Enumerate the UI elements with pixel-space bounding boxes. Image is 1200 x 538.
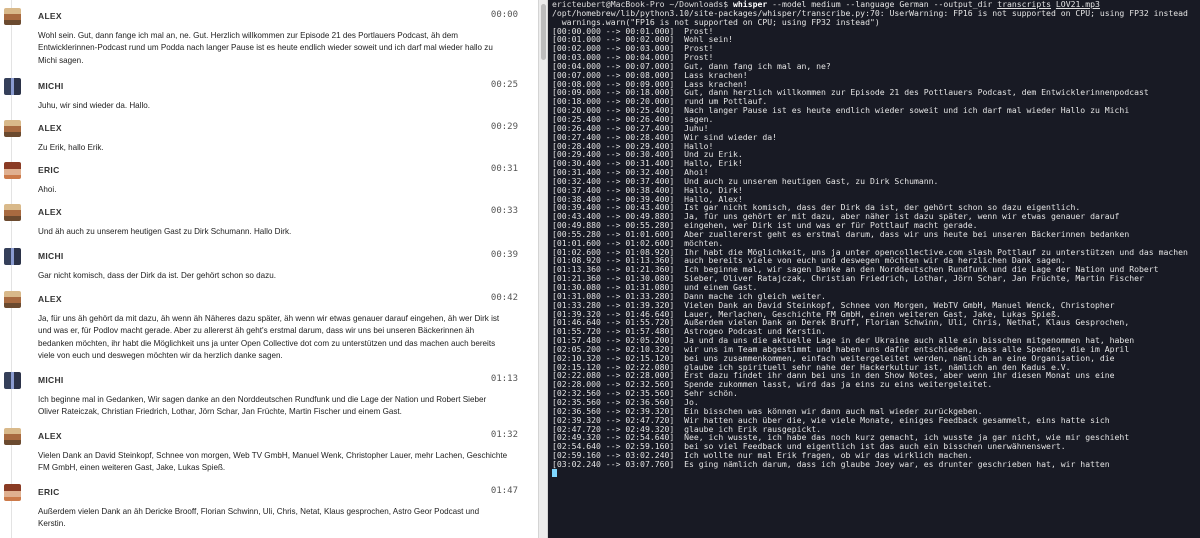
speaker-avatar	[4, 204, 21, 221]
transcript-text: Und äh auch zu unserem heutigen Gast zu …	[38, 227, 292, 236]
timestamp[interactable]: 01:13	[491, 374, 518, 384]
speaker-name: MICHI	[38, 375, 64, 385]
speaker-avatar	[4, 372, 21, 389]
cursor-icon	[552, 469, 557, 478]
terminal-output: /opt/homebrew/lib/python3.10/site-packag…	[548, 8, 1200, 478]
timestamp[interactable]: 00:25	[491, 80, 518, 90]
speaker-name: ALEX	[38, 294, 62, 304]
timestamp[interactable]: 00:42	[491, 293, 518, 303]
speaker-avatar	[4, 162, 21, 179]
speaker-name: ALEX	[38, 11, 62, 21]
timestamp[interactable]: 00:29	[491, 122, 518, 132]
timestamp[interactable]: 00:31	[491, 164, 518, 174]
speaker-name: ALEX	[38, 123, 62, 133]
speaker-avatar	[4, 248, 21, 265]
transcript-text: Ich beginne mal in Gedanken, Wir sagen d…	[38, 395, 487, 417]
timestamp[interactable]: 00:39	[491, 250, 518, 260]
transcript-text: Zu Erik, hallo Erik.	[38, 143, 104, 152]
speaker-name: ERIC	[38, 165, 60, 175]
transcript-text: Vielen Dank an David Steinkopf, Schnee v…	[38, 451, 508, 473]
timestamp[interactable]: 00:33	[491, 206, 518, 216]
transcript-text: Außerdem vielen Dank an äh Dericke Broof…	[38, 507, 480, 529]
speaker-avatar	[4, 8, 21, 25]
transcript-text: Gar nicht komisch, dass der Dirk da ist.…	[38, 271, 276, 280]
speaker-avatar	[4, 428, 21, 445]
speaker-avatar	[4, 120, 21, 137]
scrollbar[interactable]	[538, 0, 548, 538]
speaker-avatar	[4, 484, 21, 501]
terminal-window[interactable]: ericteubert@MacBook-Pro ~/Downloads$ whi…	[548, 0, 1200, 538]
speaker-name: ERIC	[38, 487, 60, 497]
speaker-avatar	[4, 291, 21, 308]
transcript-text: Juhu, wir sind wieder da. Hallo.	[38, 101, 151, 110]
speaker-name: MICHI	[38, 251, 64, 261]
timestamp[interactable]: 00:00	[491, 10, 518, 20]
speaker-name: ALEX	[38, 431, 62, 441]
timestamp[interactable]: 01:32	[491, 430, 518, 440]
transcript-text: Wohl sein. Gut, dann fange ich mal an, n…	[38, 31, 493, 65]
transcript-text: Ahoi.	[38, 185, 57, 194]
speaker-name: MICHI	[38, 81, 64, 91]
transcript-panel[interactable]: ALEX 00:00 Wohl sein. Gut, dann fange ich …	[0, 0, 538, 538]
speaker-name: ALEX	[38, 207, 62, 217]
timestamp[interactable]: 01:47	[491, 486, 518, 496]
terminal-cursor-line	[548, 469, 1200, 478]
speaker-avatar	[4, 78, 21, 95]
terminal-line: [03:02.240 --> 03:07.760] Es ging nämlic…	[552, 458, 1110, 469]
transcript-text: Ja, für uns äh gehört da mit dazu, äh we…	[38, 314, 500, 361]
scrollbar-thumb[interactable]	[541, 4, 546, 60]
